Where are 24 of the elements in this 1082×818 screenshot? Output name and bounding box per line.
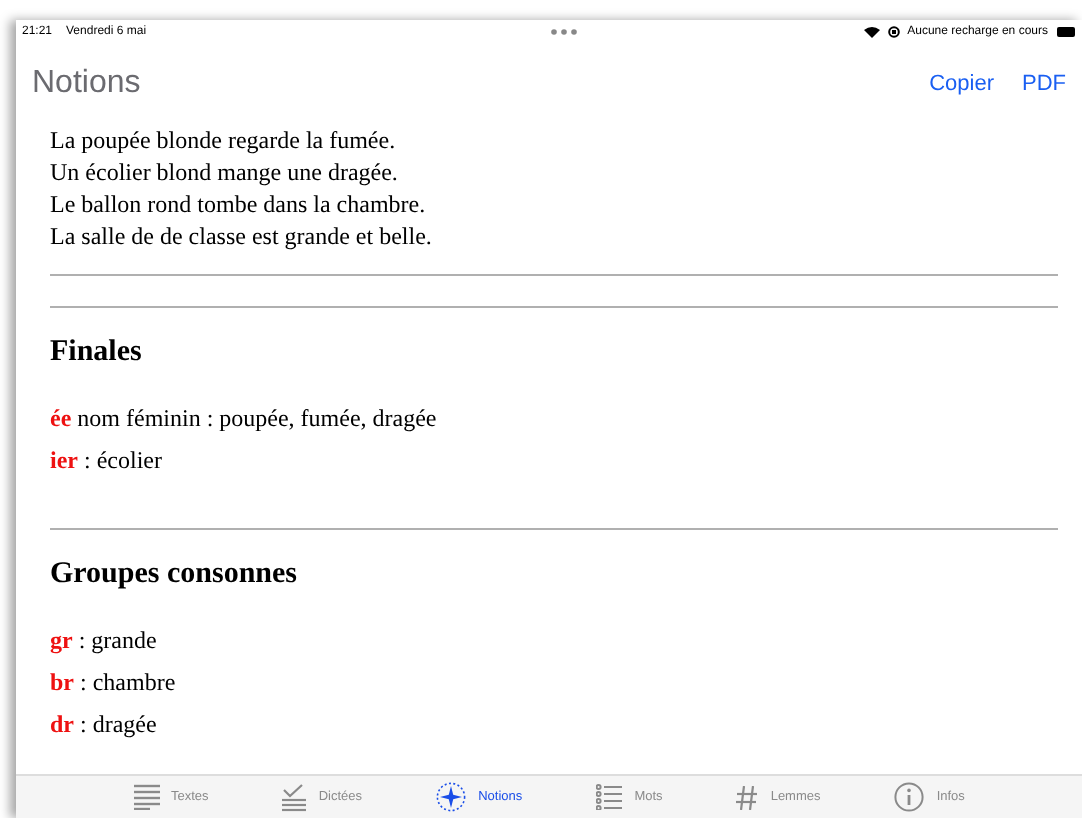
- section-heading: Finales: [50, 336, 144, 370]
- page-title: Notions: [32, 66, 141, 102]
- sentence: La poupée blonde regarde la fumée.: [50, 124, 398, 156]
- list-icon: [596, 784, 623, 810]
- nav-action-button[interactable]: PDF: [1014, 68, 1074, 100]
- notion-entry: gr : grande: [50, 624, 159, 658]
- sentence: Un écolier blond mange une dragée.: [50, 156, 400, 188]
- nav-action-button[interactable]: Copier: [921, 68, 1002, 100]
- notion-entry: br : chambre: [50, 666, 178, 700]
- multitasking-dots-icon[interactable]: [550, 28, 579, 36]
- wifi-icon: [863, 26, 880, 38]
- text-lines-icon: [133, 784, 160, 810]
- orientation-lock-icon: [887, 26, 900, 38]
- section-heading: Groupes consonnes: [50, 558, 300, 592]
- sparkle-icon: [436, 782, 467, 812]
- checklist-icon: [282, 783, 307, 811]
- notion-entry: ée nom féminin : poupée, fumée, dragée: [50, 402, 439, 436]
- info-icon: [894, 782, 925, 812]
- hash-icon: [736, 785, 759, 809]
- sentence: La salle de de classe est grande et belle.: [50, 220, 434, 252]
- notion-entry: dr : dragée: [50, 708, 159, 742]
- battery-icon: [1056, 26, 1076, 38]
- notion-entry: ier : écolier: [50, 444, 164, 478]
- sentence: Le ballon rond tombe dans la chambre.: [50, 188, 428, 220]
